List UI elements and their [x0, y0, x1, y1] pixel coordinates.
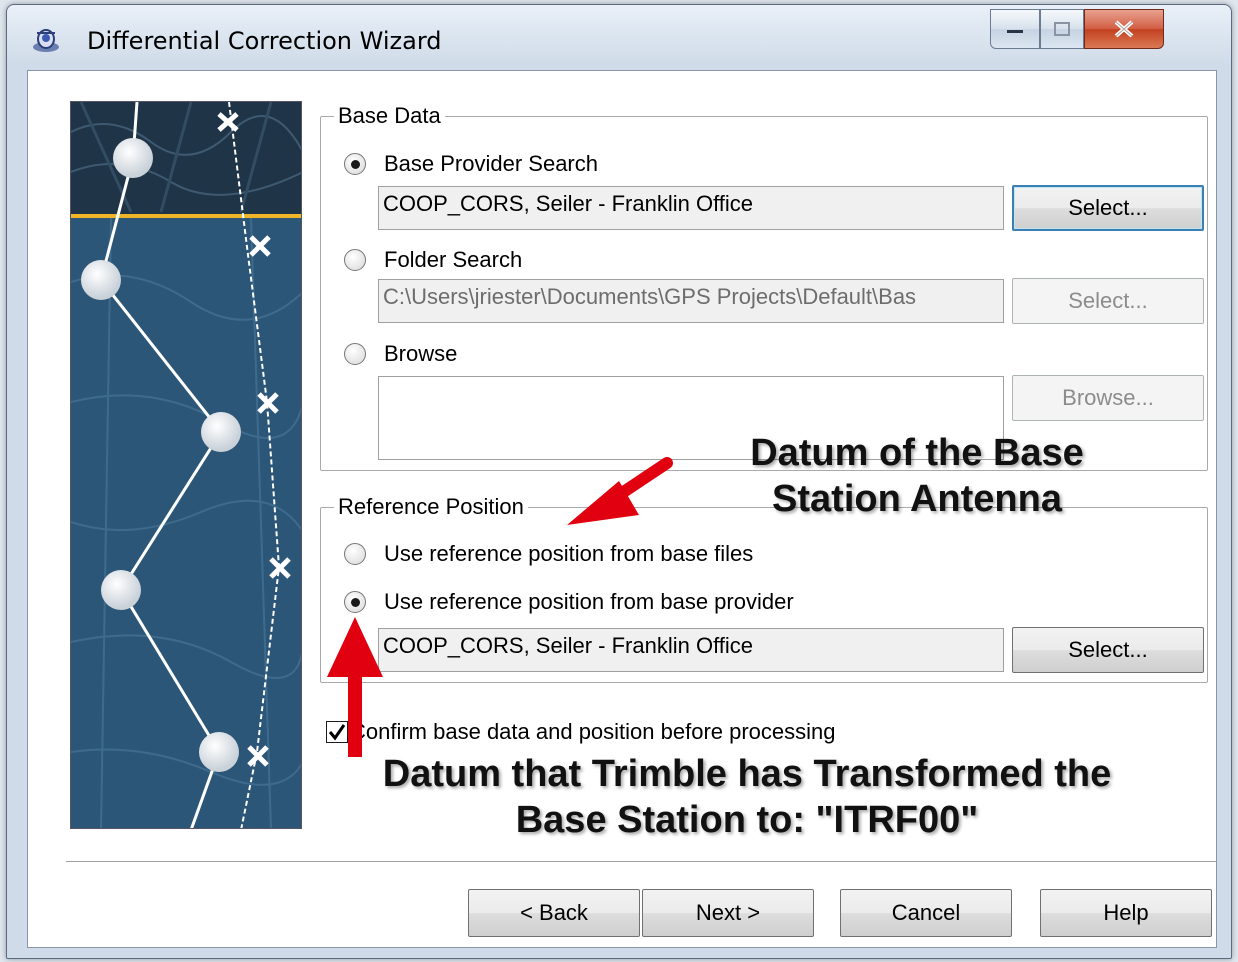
arrow-to-reference-position: [567, 457, 673, 525]
wizard-window: Differential Correction Wizard Base Data…: [6, 4, 1232, 959]
annotation-arrows: [327, 457, 673, 757]
arrow-to-base-provider-radio: [327, 617, 383, 757]
